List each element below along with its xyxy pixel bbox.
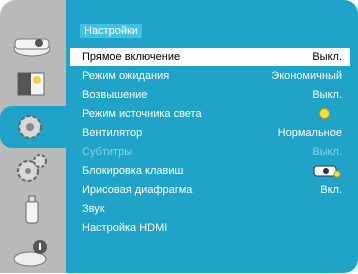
menu-item-label: Настройка HDMI <box>82 222 168 234</box>
setting-gear-icon[interactable] <box>0 106 66 148</box>
remote-lock-icon <box>312 164 342 178</box>
projector-menu-screen: Настройки Прямое включение Выкл. Режим о… <box>0 0 358 273</box>
menu-item-sound[interactable]: Звук <box>70 200 350 218</box>
menu-item-altitude[interactable]: Возвышение Выкл. <box>70 86 350 104</box>
menu-item-value: Выкл. <box>312 51 342 63</box>
menu-item-label: Ирисовая диафрагма <box>82 184 193 196</box>
menu-item-value: Выкл. <box>312 146 342 158</box>
menu-item-standby-mode[interactable]: Режим ожидания Экономичный <box>70 67 350 85</box>
menu-item-iris[interactable]: Ирисовая диафрагма Вкл. <box>70 181 350 199</box>
page-title: Настройки <box>80 24 142 38</box>
menu-item-key-lock[interactable]: Блокировка клавиш <box>70 162 350 180</box>
menu-item-value: Экономичный <box>271 70 342 82</box>
menu-item-light-source-mode[interactable]: Режим источника света <box>70 105 350 123</box>
menu-item-fan[interactable]: Вентилятор Нормальное <box>70 124 350 142</box>
menu-item-label: Вентилятор <box>82 127 143 139</box>
menu-item-subtitles: Субтитры Выкл. <box>70 143 350 161</box>
menu-item-value: Вкл. <box>320 184 342 196</box>
menu-item-direct-on[interactable]: Прямое включение Выкл. <box>70 48 350 66</box>
menu-item-label: Возвышение <box>82 89 148 101</box>
usb-memory-icon[interactable] <box>0 190 66 232</box>
menu-item-hdmi-setup[interactable]: Настройка HDMI <box>70 219 350 237</box>
menu-item-label: Прямое включение <box>82 51 181 63</box>
image-adjust-icon[interactable] <box>0 64 66 106</box>
info-icon[interactable] <box>0 232 66 274</box>
menu-item-label: Режим ожидания <box>82 70 170 82</box>
menu-item-label: Режим источника света <box>82 108 202 120</box>
expanded-settings-icon[interactable] <box>0 148 66 190</box>
menu-item-label: Звук <box>82 203 105 215</box>
projector-icon[interactable] <box>0 22 66 64</box>
menu-item-value: Нормальное <box>277 127 342 139</box>
menu-item-value: Выкл. <box>312 89 342 101</box>
menu-item-label: Блокировка клавиш <box>82 165 184 177</box>
menu-sidebar <box>0 0 66 273</box>
light-source-dot-icon <box>319 108 330 119</box>
menu-item-label: Субтитры <box>82 146 133 158</box>
